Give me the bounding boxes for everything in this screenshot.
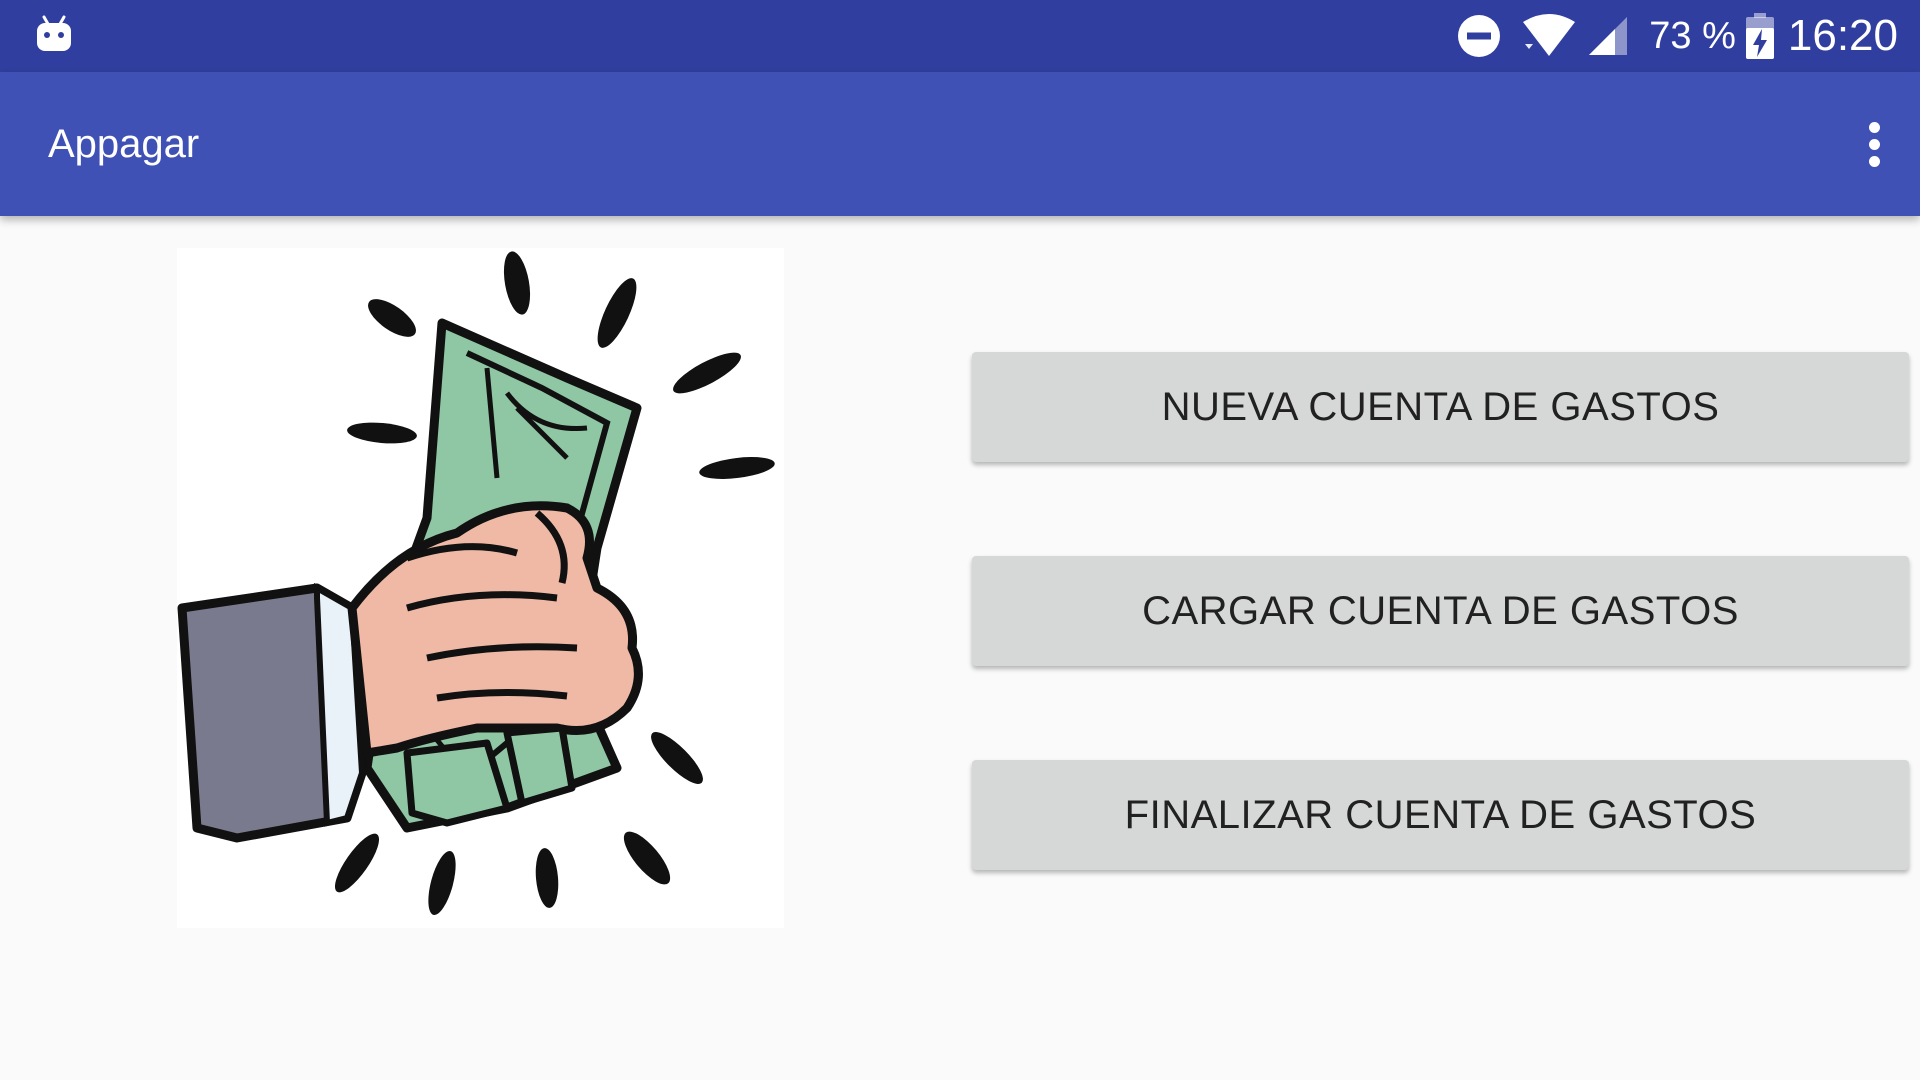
battery-charging-icon — [1745, 13, 1774, 59]
do-not-disturb-icon — [1457, 14, 1501, 58]
android-notification-icon — [34, 14, 74, 54]
app-title: Appagar — [48, 122, 200, 166]
hand-holding-money-icon — [177, 248, 784, 928]
menu-dot — [1868, 155, 1880, 167]
app-bar: Appagar — [0, 72, 1920, 216]
cell-signal-icon — [1587, 15, 1629, 57]
main-content: NUEVA CUENTA DE GASTOS CARGAR CUENTA DE … — [0, 216, 1920, 1080]
battery-percentage: 73 % — [1649, 14, 1736, 57]
wifi-icon — [1521, 14, 1577, 58]
money-illustration — [177, 248, 784, 928]
finish-expense-account-button[interactable]: FINALIZAR CUENTA DE GASTOS — [972, 760, 1909, 870]
status-bar: 73 % 16:20 — [0, 0, 1920, 72]
load-expense-account-button[interactable]: CARGAR CUENTA DE GASTOS — [972, 556, 1909, 666]
clock: 16:20 — [1787, 11, 1898, 60]
new-expense-account-button[interactable]: NUEVA CUENTA DE GASTOS — [972, 352, 1909, 462]
menu-dot — [1868, 138, 1880, 150]
menu-dot — [1868, 121, 1880, 133]
more-vert-icon[interactable] — [1848, 118, 1900, 170]
